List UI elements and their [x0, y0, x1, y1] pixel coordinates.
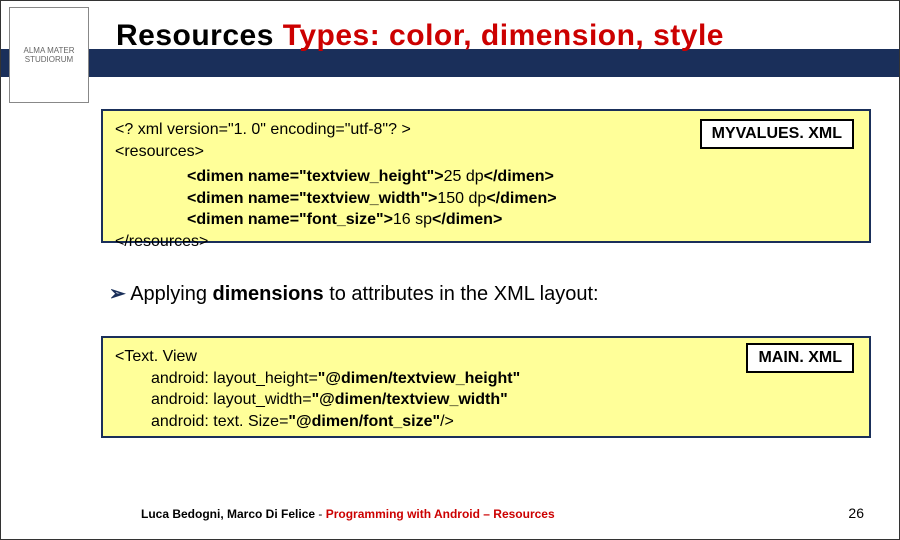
- title-part2: Types: color, dimension, style: [283, 19, 724, 52]
- footer-text: Luca Bedogni, Marco Di Felice - Programm…: [141, 507, 555, 521]
- code-line: <dimen name="textview_height">25 dp</dim…: [115, 166, 857, 188]
- code-line: android: layout_width="@dimen/textview_w…: [115, 389, 857, 411]
- code-line: <dimen name="textview_width">150 dp</dim…: [115, 188, 857, 210]
- filename-badge-bottom: MAIN. XML: [746, 343, 854, 373]
- header-band: [1, 49, 899, 77]
- code-line: </resources>: [115, 231, 857, 253]
- code-line: <dimen name="font_size">16 sp</dimen>: [115, 209, 857, 231]
- code-line: android: text. Size="@dimen/font_size"/>: [115, 411, 857, 433]
- page-number: 26: [848, 505, 864, 521]
- bullet-arrow-icon: ➢: [109, 283, 126, 305]
- university-logo: ALMA MATER STUDIORUM: [9, 7, 89, 103]
- title-part1: Resources: [116, 19, 283, 52]
- slide-title: Resources Types: color, dimension, style: [116, 19, 879, 53]
- footer-authors: Luca Bedogni, Marco Di Felice: [141, 507, 315, 521]
- footer-course: Programming with Android – Resources: [326, 507, 555, 521]
- logo-text: ALMA MATER STUDIORUM: [12, 46, 86, 64]
- filename-badge-top: MYVALUES. XML: [700, 119, 854, 149]
- bullet-text: ➢ Applying dimensions to attributes in t…: [109, 281, 599, 306]
